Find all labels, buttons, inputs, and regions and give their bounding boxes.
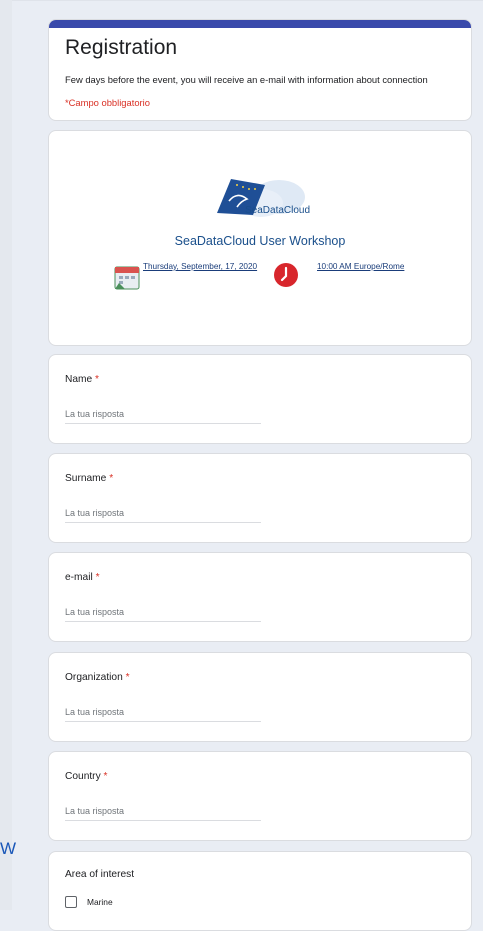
question-label: Name * xyxy=(65,374,99,385)
checkbox-label: Marine xyxy=(87,897,113,907)
question-country: Country * xyxy=(48,751,472,841)
question-label: Area of interest xyxy=(65,869,135,880)
checkbox[interactable] xyxy=(65,896,77,908)
question-label: Surname * xyxy=(65,473,114,484)
event-date-link[interactable]: Thursday, September, 17, 2020 xyxy=(143,262,257,271)
question-label: Country * xyxy=(65,771,108,782)
top-divider xyxy=(12,0,483,1)
left-margin-strip xyxy=(0,0,12,910)
question-label: e-mail * xyxy=(65,572,100,583)
calendar-icon xyxy=(114,266,140,290)
country-input[interactable] xyxy=(65,802,261,821)
event-title: SeaDataCloud User Workshop xyxy=(174,234,346,248)
surname-input[interactable] xyxy=(65,504,261,523)
name-input[interactable] xyxy=(65,405,261,424)
question-name: Name * xyxy=(48,354,472,444)
question-organization: Organization * xyxy=(48,652,472,742)
brand-name: SeaDataCloud xyxy=(245,205,311,216)
event-banner-card: SeaDataCloud SeaDataCloud User Workshop … xyxy=(48,130,472,346)
question-email: e-mail * xyxy=(48,552,472,642)
question-surname: Surname * xyxy=(48,453,472,543)
form-title: Registration xyxy=(65,36,178,59)
question-label: Organization * xyxy=(65,672,130,683)
required-note: *Campo obbligatorio xyxy=(65,97,150,108)
email-input[interactable] xyxy=(65,603,261,622)
edge-text-fragment: W xyxy=(0,839,17,858)
form-description: Few days before the event, you will rece… xyxy=(65,74,428,85)
accent-bar xyxy=(49,20,471,28)
checkbox-option-marine[interactable]: Marine xyxy=(65,896,113,908)
clock-icon xyxy=(274,263,298,287)
form-header-card: Registration Few days before the event, … xyxy=(48,19,472,121)
question-area-of-interest: Area of interest Marine xyxy=(48,851,472,931)
event-time-link[interactable]: 10:00 AM Europe/Rome xyxy=(317,262,404,271)
organization-input[interactable] xyxy=(65,703,261,722)
